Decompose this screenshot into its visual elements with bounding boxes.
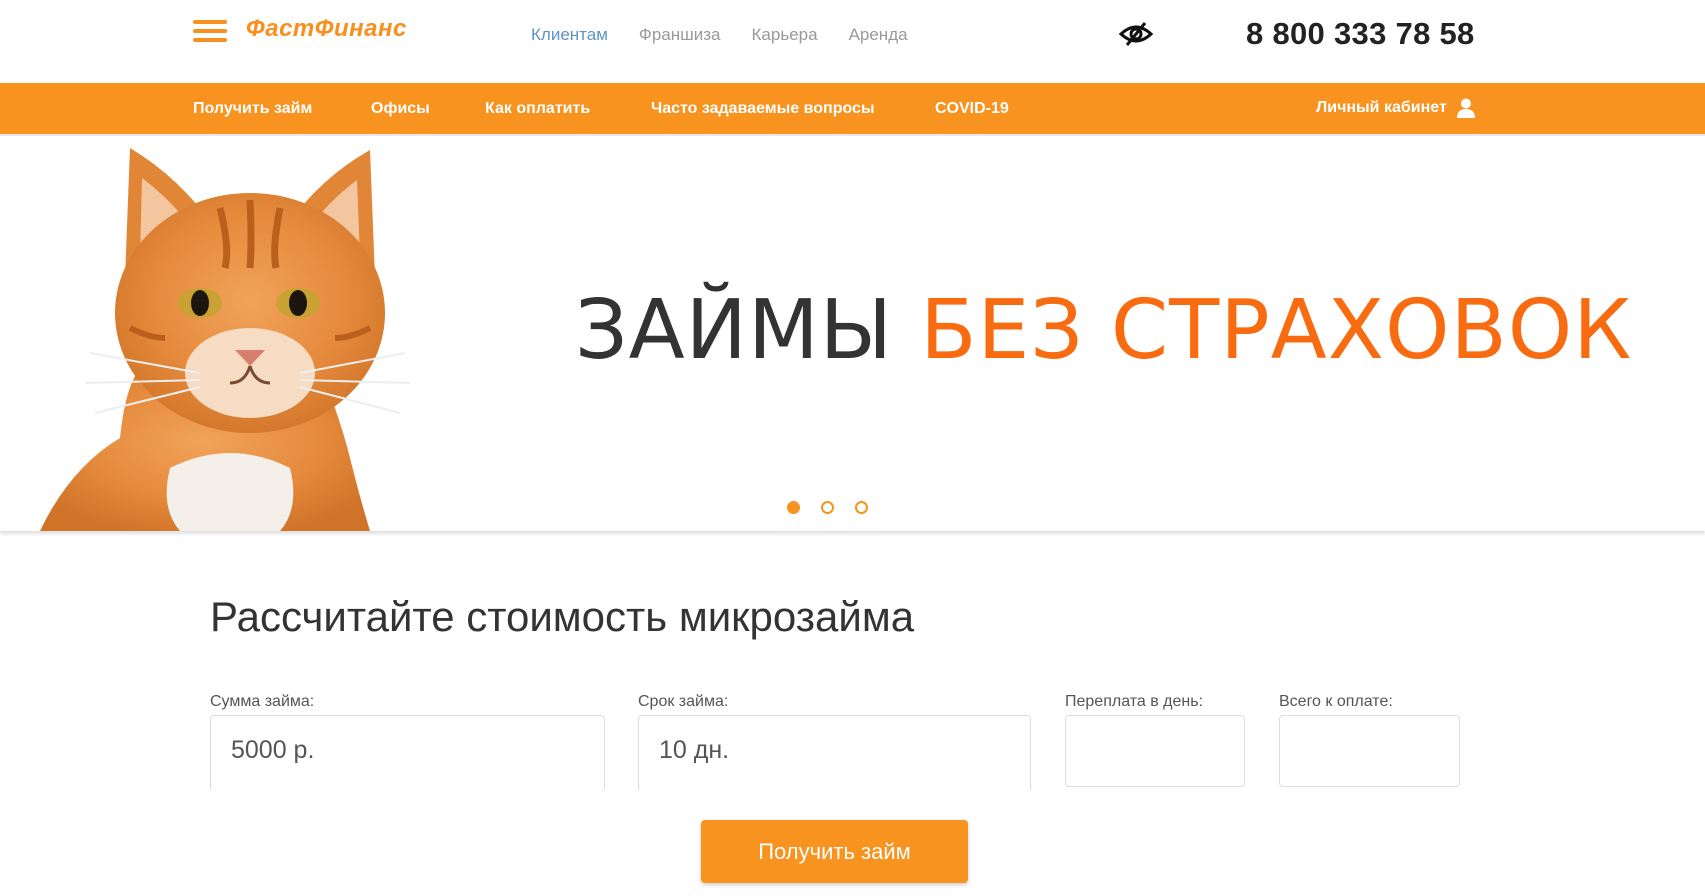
banner-headline: ЗАЙМЫ БЕЗ СТРАХОВОК <box>575 290 1633 372</box>
loan-term-field[interactable]: 10 дн. <box>638 715 1031 790</box>
main-nav-offices[interactable]: Офисы <box>371 100 430 118</box>
slider-dot-1[interactable] <box>787 501 800 514</box>
hamburger-menu-icon[interactable] <box>193 20 227 42</box>
main-nav-faq[interactable]: Часто задаваемые вопросы <box>651 100 875 118</box>
personal-cabinet-link[interactable]: Личный кабинет <box>1316 98 1475 118</box>
total-label: Всего к оплате: <box>1279 693 1393 710</box>
slider-dot-2[interactable] <box>821 501 834 514</box>
promo-banner[interactable]: ЗАЙМЫ БЕЗ СТРАХОВОК <box>0 138 1705 531</box>
top-nav-career[interactable]: Карьера <box>752 25 818 45</box>
main-nav-how-to-pay[interactable]: Как оплатить <box>485 100 590 118</box>
get-loan-button[interactable]: Получить займ <box>701 820 968 883</box>
amount-label: Сумма займа: <box>210 693 315 710</box>
daily-overpay-output <box>1065 715 1245 787</box>
banner-headline-orange: БЕЗ СТРАХОВОК <box>920 283 1633 378</box>
overpay-label: Переплата в день: <box>1065 693 1204 710</box>
ginger-cat-photo <box>40 148 410 531</box>
banner-headline-dark: ЗАЙМЫ <box>575 283 894 378</box>
top-header: ФастФинанс Клиентам Франшиза Карьера Аре… <box>0 0 1705 83</box>
total-payment-output <box>1279 715 1460 787</box>
user-icon <box>1456 98 1475 118</box>
eye-slash-icon[interactable] <box>1118 20 1154 48</box>
calculator-title: Рассчитайте стоимость микрозайма <box>210 593 915 640</box>
top-nav: Клиентам Франшиза Карьера Аренда <box>531 25 939 45</box>
top-nav-franchise[interactable]: Франшиза <box>639 25 721 45</box>
personal-cabinet-label: Личный кабинет <box>1316 99 1447 116</box>
main-nav: Получить займ Офисы Как оплатить Часто з… <box>0 83 1705 136</box>
term-label: Срок займа: <box>638 693 729 710</box>
loan-amount-field[interactable]: 5000 р. <box>210 715 605 790</box>
top-nav-clients[interactable]: Клиентам <box>531 25 608 45</box>
top-nav-rent[interactable]: Аренда <box>849 25 908 45</box>
phone-number[interactable]: 8 800 333 78 58 <box>1246 16 1475 52</box>
main-nav-get-loan[interactable]: Получить займ <box>193 100 312 118</box>
main-nav-covid[interactable]: COVID-19 <box>935 100 1009 118</box>
site-logo[interactable]: ФастФинанс <box>246 15 407 43</box>
slider-pagination <box>787 501 868 514</box>
slider-dot-3[interactable] <box>855 501 868 514</box>
